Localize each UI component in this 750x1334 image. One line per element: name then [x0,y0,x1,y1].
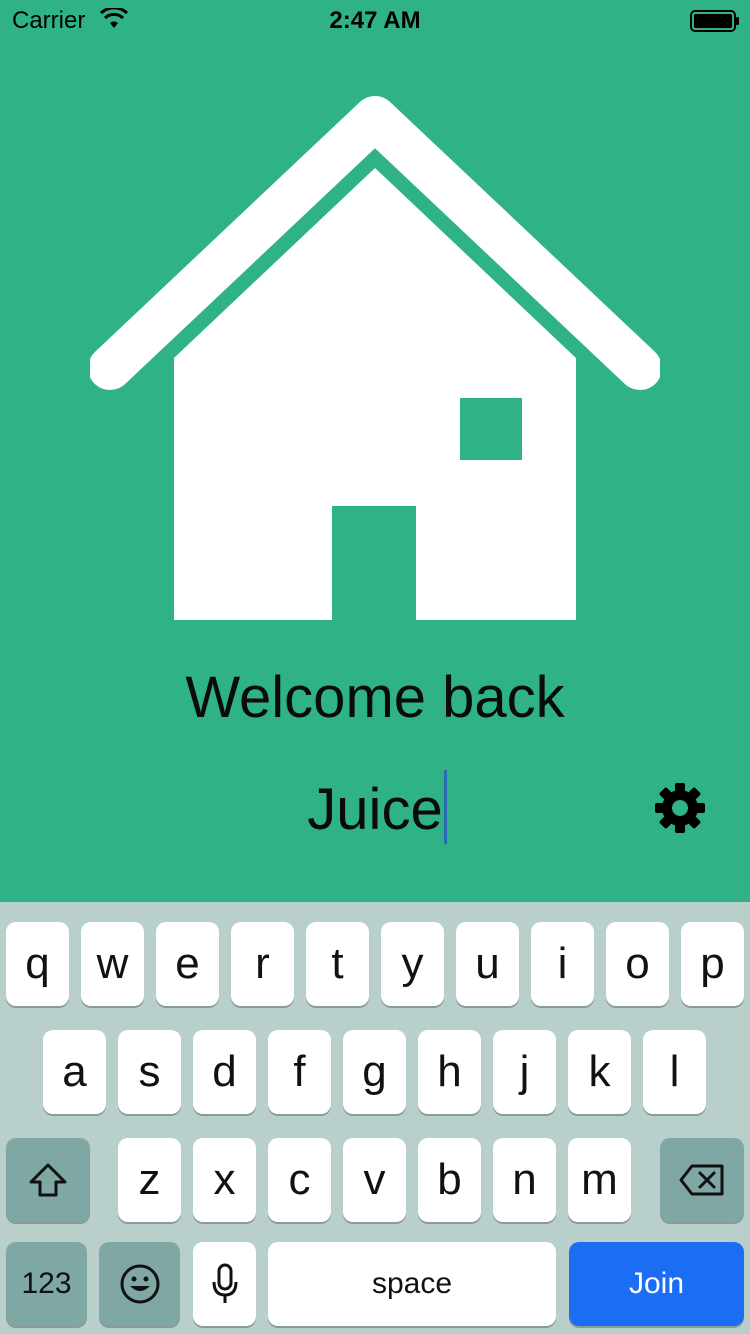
key-h[interactable]: h [418,1030,481,1114]
key-o[interactable]: o [606,922,669,1006]
key-w[interactable]: w [81,922,144,1006]
delete-key[interactable] [660,1138,744,1222]
numbers-key[interactable]: 123 [6,1242,87,1326]
microphone-icon [212,1263,237,1303]
key-n[interactable]: n [493,1138,556,1222]
emoji-icon [120,1264,159,1304]
welcome-heading: Welcome back [185,665,565,730]
join-button[interactable]: Join [569,1242,744,1326]
name-input[interactable]: Juice [240,770,510,844]
shift-icon [29,1163,67,1197]
key-x[interactable]: x [193,1138,256,1222]
battery-icon [690,10,739,32]
key-l[interactable]: l [643,1030,706,1114]
key-z[interactable]: z [118,1138,181,1222]
settings-gear-icon[interactable] [654,782,706,834]
key-g[interactable]: g [343,1030,406,1114]
key-r[interactable]: r [231,922,294,1006]
key-m[interactable]: m [568,1138,631,1222]
key-e[interactable]: e [156,922,219,1006]
text-cursor [444,770,447,844]
backspace-icon [679,1164,724,1196]
keyboard: q w e r t y u i o p a s d f g h j k l z … [0,902,750,1334]
status-bar: Carrier 2:47 AM [0,0,750,40]
key-i[interactable]: i [531,922,594,1006]
name-input-value: Juice [307,777,443,842]
key-y[interactable]: y [381,922,444,1006]
key-u[interactable]: u [456,922,519,1006]
key-t[interactable]: t [306,922,369,1006]
key-q[interactable]: q [6,922,69,1006]
key-f[interactable]: f [268,1030,331,1114]
shift-key[interactable] [6,1138,90,1222]
key-p[interactable]: p [681,922,744,1006]
key-k[interactable]: k [568,1030,631,1114]
key-b[interactable]: b [418,1138,481,1222]
space-key[interactable]: space [268,1242,556,1326]
dictation-key[interactable] [193,1242,256,1326]
emoji-key[interactable] [99,1242,180,1326]
key-a[interactable]: a [43,1030,106,1114]
key-d[interactable]: d [193,1030,256,1114]
key-j[interactable]: j [493,1030,556,1114]
key-s[interactable]: s [118,1030,181,1114]
clock: 2:47 AM [329,7,421,34]
house-icon [90,96,660,620]
key-c[interactable]: c [268,1138,331,1222]
key-v[interactable]: v [343,1138,406,1222]
